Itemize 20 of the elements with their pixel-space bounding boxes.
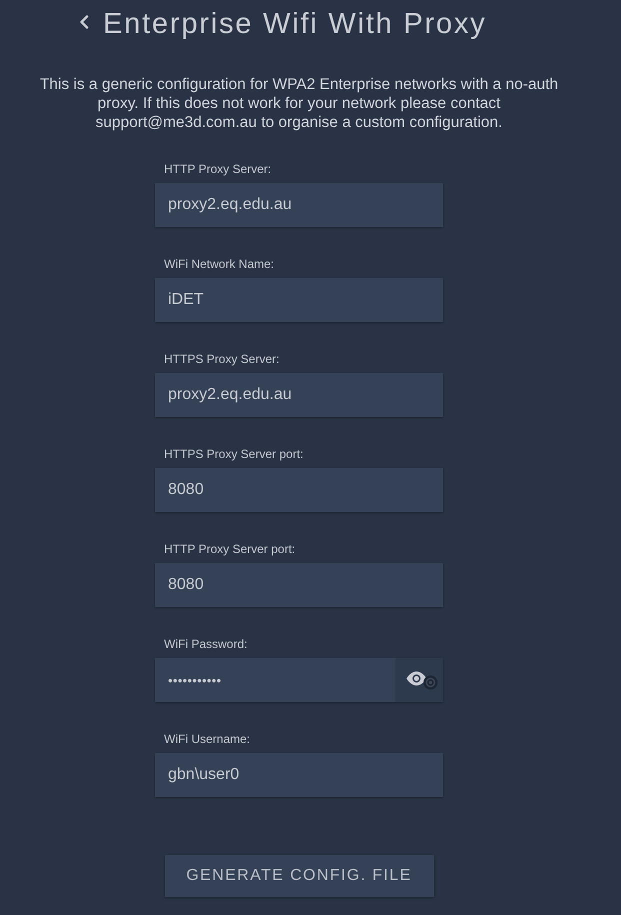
password-field[interactable]: ••••••••••• (155, 658, 396, 702)
input-field[interactable]: proxy2.eq.edu.au (155, 373, 443, 417)
input-field[interactable]: 8080 (155, 468, 443, 512)
field-label: HTTPS Proxy Server: (163, 351, 280, 367)
field-label: WiFi Password: (163, 636, 248, 652)
input-field[interactable]: iDET (155, 278, 443, 322)
page-title: Enterprise Wifi With Proxy (103, 7, 487, 42)
input-field[interactable]: gbn\user0 (155, 753, 443, 797)
generate-button[interactable]: GENERATE CONFIG. FILE (164, 855, 434, 897)
description-text: This is a generic configuration for WPA2 Enterprise networks with a no-auth proxy. If this does not work for your network please contact support@me3d.com.au to organise a custom configuration. (38, 75, 560, 132)
back-icon[interactable] (79, 15, 89, 29)
field-label: HTTP Proxy Server port: (163, 541, 296, 557)
input-field[interactable]: proxy2.eq.edu.au (155, 183, 443, 227)
field-label: HTTP Proxy Server: (163, 161, 272, 177)
field-label: HTTPS Proxy Server port: (163, 446, 304, 462)
eye-icon (406, 670, 438, 690)
field-label: WiFi Network Name: (163, 256, 274, 272)
field-label: WiFi Username: (163, 731, 250, 747)
input-field[interactable]: 8080 (155, 563, 443, 607)
show-password-button[interactable] (396, 658, 443, 702)
